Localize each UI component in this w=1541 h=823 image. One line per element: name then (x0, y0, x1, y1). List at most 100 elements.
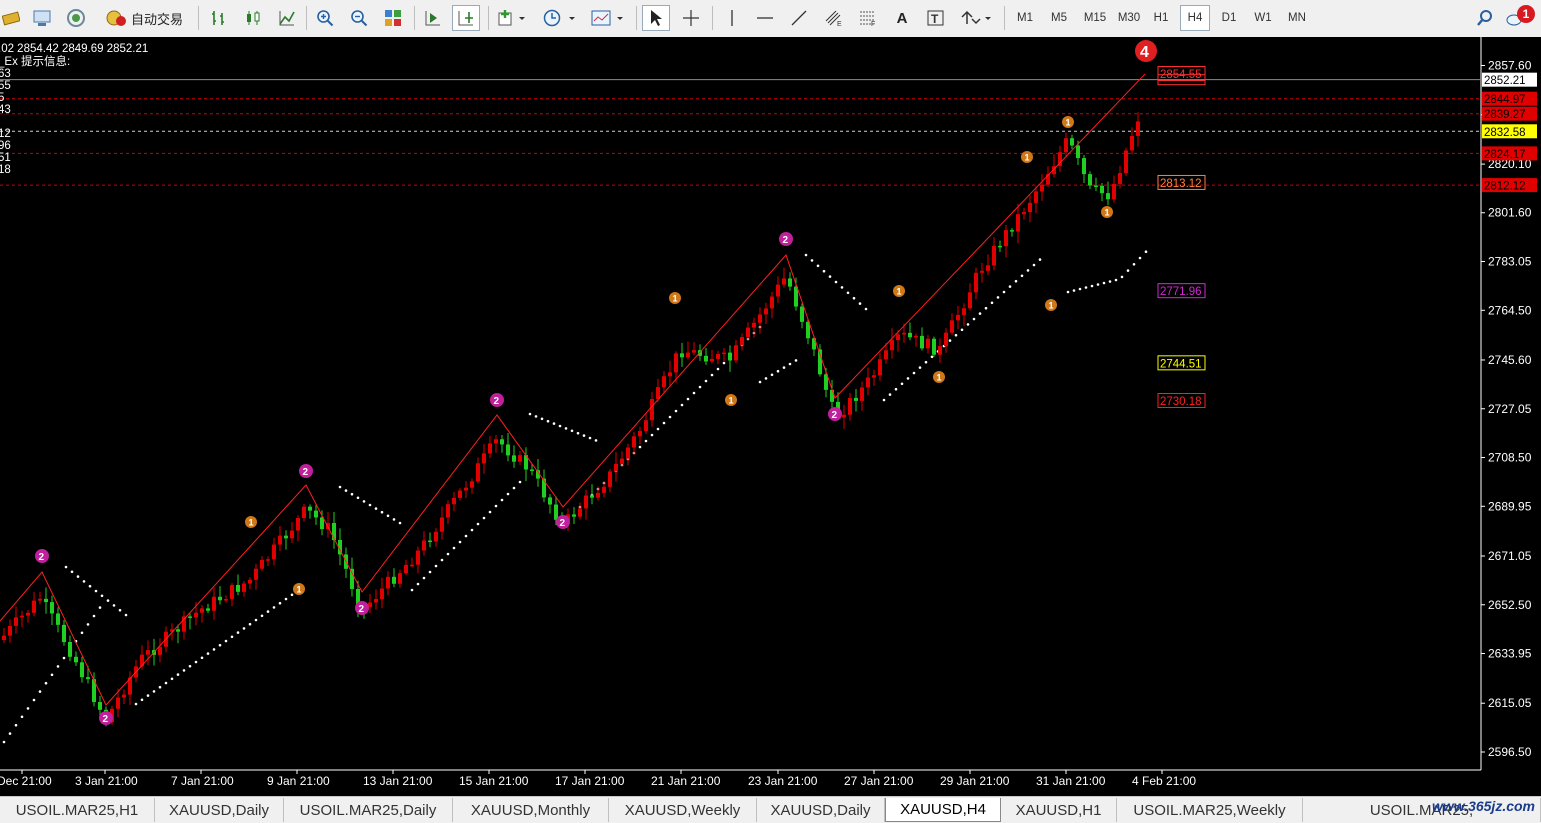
candle-body (488, 443, 492, 454)
price-axis-label: 2633.95 (1488, 647, 1532, 661)
chart-tab[interactable]: XAUUSD,H4 (885, 798, 1001, 822)
timeframe-m1[interactable]: M1 (1010, 5, 1040, 31)
candle-body (140, 654, 144, 667)
bar-chart-icon[interactable] (206, 5, 232, 31)
horizontal-line-icon[interactable] (752, 5, 778, 31)
chart-tab[interactable]: XAUUSD,Daily (155, 798, 284, 822)
timeframe-m15[interactable]: M15 (1078, 5, 1112, 31)
candle-body (512, 455, 516, 462)
sar-dot (422, 576, 426, 580)
candle-body (920, 335, 924, 349)
time-axis-label: 7 Jan 21:00 (171, 774, 234, 788)
time-axis-label: 27 Jan 21:00 (844, 774, 914, 788)
trendline-icon[interactable] (786, 5, 812, 31)
timeframe-h1[interactable]: H1 (1146, 5, 1176, 31)
chart-tab[interactable]: USOIL.MAR25,Weekly (1117, 798, 1303, 822)
candle-body (830, 389, 834, 402)
wave-1-text: 1 (673, 294, 678, 304)
candle-body (434, 531, 438, 542)
sar-dot (794, 359, 798, 362)
chart-area[interactable]: 2222222211111111114 2854.55 2813.12 2771.9… (0, 37, 1541, 796)
text-tool-icon[interactable]: A (890, 5, 914, 31)
timeframe-m5[interactable]: M5 (1044, 5, 1074, 31)
notification-badge[interactable]: 1 (1517, 5, 1535, 23)
price-axis-label: 2857.60 (1488, 59, 1532, 73)
candle-body (914, 335, 918, 338)
sar-dot (1102, 281, 1106, 285)
vertical-line-icon[interactable] (720, 5, 744, 31)
zoom-out-icon[interactable] (346, 5, 372, 31)
timeframe-m30[interactable]: M30 (1113, 5, 1145, 31)
equidistant-channel-icon[interactable]: E (820, 5, 848, 31)
search-icon[interactable] (1472, 5, 1498, 31)
tile-windows-icon[interactable] (380, 5, 406, 31)
timeframe-h4[interactable]: H4 (1180, 5, 1210, 31)
auto-scroll-icon[interactable] (420, 5, 446, 31)
timeframe-w1[interactable]: W1 (1248, 5, 1278, 31)
price-chart[interactable]: 2222222211111111114 2854.552813.122771.9… (0, 37, 1541, 796)
text-label-icon[interactable]: T (922, 5, 950, 31)
candle-body (122, 694, 126, 698)
time-axis-label: 15 Jan 21:00 (459, 774, 529, 788)
candle-body (32, 600, 36, 613)
sar-dot (710, 373, 714, 377)
candle-body (596, 492, 600, 498)
chart-tab[interactable]: USOIL.MAR25,H1 (0, 798, 155, 822)
candle-body (1022, 212, 1026, 215)
arrows-dropdown-icon[interactable] (956, 5, 996, 31)
sar-dot (338, 485, 342, 489)
candle-body (1130, 135, 1134, 151)
chart-tab[interactable]: XAUUSD,Daily (757, 798, 885, 822)
sar-dot (452, 546, 456, 550)
sar-dot (540, 417, 544, 421)
indicators-dropdown-icon[interactable] (494, 5, 530, 31)
candle-body (980, 270, 984, 273)
sar-dot (512, 486, 516, 490)
timeframe-mn[interactable]: MN (1282, 5, 1312, 31)
wave-2-text: 2 (359, 604, 365, 615)
candle-body (86, 677, 90, 680)
candle-body (872, 375, 876, 378)
sar-dot (546, 419, 550, 423)
candle-body (1106, 193, 1110, 200)
templates-icon[interactable] (588, 5, 628, 31)
wave-1-text: 1 (729, 396, 734, 406)
candle-body (1100, 185, 1104, 194)
candle-body (944, 332, 948, 347)
time-axis-label: 23 Jan 21:00 (748, 774, 818, 788)
chart-shift-icon[interactable] (452, 5, 480, 31)
candle-body (908, 332, 912, 338)
sar-dot (564, 427, 568, 430)
chart-tab[interactable]: XAUUSD,Weekly (609, 798, 757, 822)
timeframe-d1[interactable]: D1 (1214, 5, 1244, 31)
auto-trading-button[interactable]: 自动交易 (96, 5, 192, 31)
candle-body (902, 332, 906, 335)
sar-dot (374, 507, 378, 510)
zoom-in-icon[interactable] (312, 5, 338, 31)
wave-2-text: 2 (832, 410, 838, 421)
chart-tab[interactable]: XAUUSD,H1 (1001, 798, 1117, 822)
candle-body (854, 397, 858, 401)
chart-tab[interactable]: USOIL.MAR25,Daily (284, 798, 453, 822)
market-watch-icon[interactable] (28, 5, 56, 31)
sar-dot (92, 614, 96, 618)
watermark: www.365jz.com (1432, 798, 1535, 814)
period-clock-icon[interactable] (540, 5, 580, 31)
new-order-icon[interactable] (0, 5, 22, 31)
sar-dot (350, 492, 354, 496)
fibonacci-icon[interactable]: F (854, 5, 882, 31)
line-chart-icon[interactable] (274, 5, 300, 31)
sar-dot (146, 694, 150, 697)
chart-tab[interactable]: XAUUSD,Monthly (453, 798, 609, 822)
candlestick-chart-icon[interactable] (240, 5, 266, 31)
sar-dot (176, 673, 180, 676)
sar-dot (1066, 290, 1070, 294)
wave-1-text: 1 (1066, 118, 1071, 128)
crosshair-icon[interactable] (678, 5, 704, 31)
candle-body (260, 559, 264, 569)
candle-body (470, 481, 474, 488)
candle-body (506, 444, 510, 456)
signals-icon[interactable] (62, 5, 90, 31)
level-label-text: 2813.12 (1160, 178, 1202, 190)
cursor-icon[interactable] (642, 5, 670, 31)
